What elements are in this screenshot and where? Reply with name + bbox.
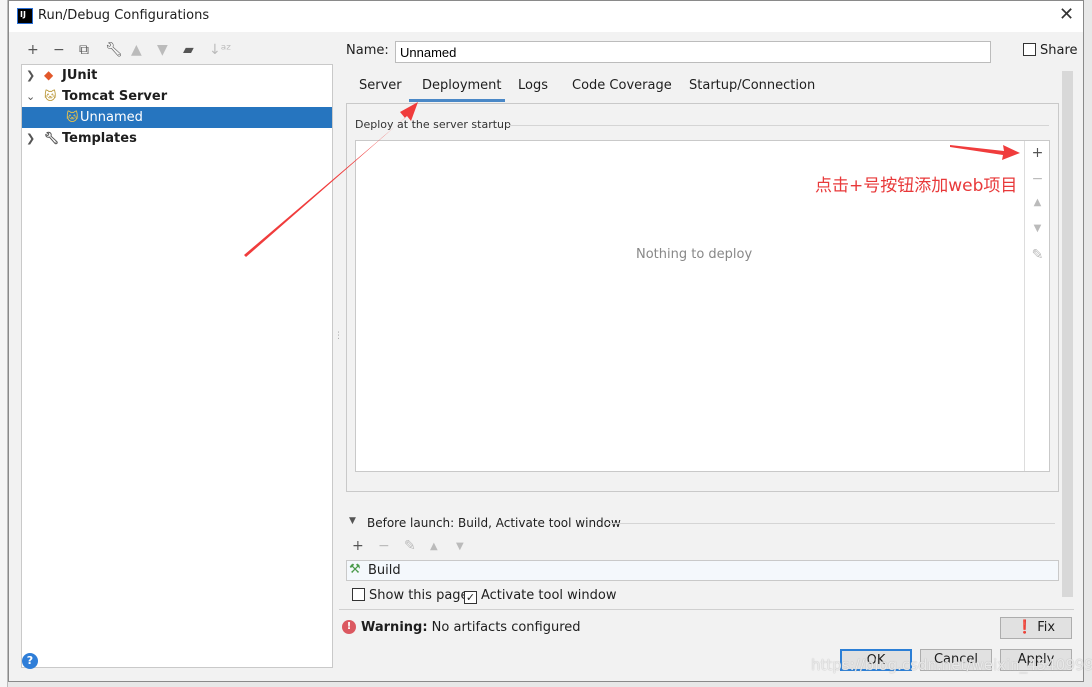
annotation-text: 点击+号按钮添加web项目 xyxy=(815,176,1018,196)
annotation-arrows xyxy=(244,102,1020,257)
red-arrow-to-plus-button xyxy=(950,145,1020,160)
red-arrow-to-deployment-tab xyxy=(244,102,418,257)
